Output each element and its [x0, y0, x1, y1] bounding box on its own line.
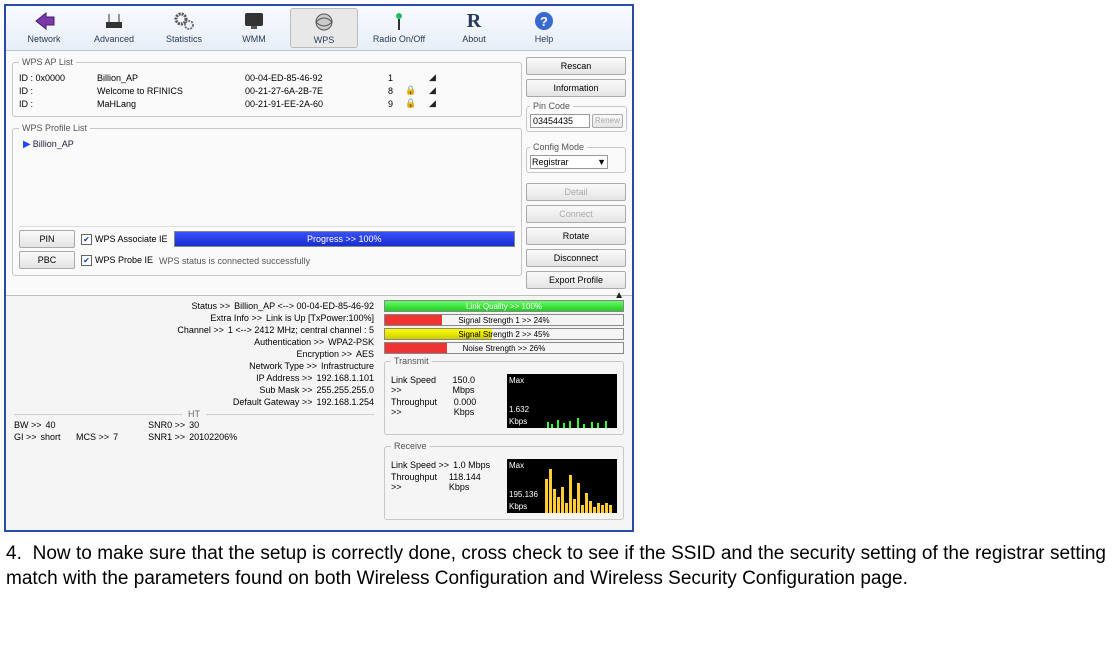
- pin-code-group: Pin Code Renew: [526, 101, 627, 132]
- profile-list-legend: WPS Profile List: [19, 123, 90, 133]
- detail-button[interactable]: Detail: [526, 183, 626, 201]
- transmit-group: Transmit Link Speed >>150.0 Mbps Through…: [384, 356, 624, 435]
- tb-about[interactable]: R About: [440, 8, 508, 48]
- ap-list-legend: WPS AP List: [19, 57, 76, 67]
- ap-row[interactable]: ID : 0x0000 Billion_AP 00-04-ED-85-46-92…: [19, 71, 515, 84]
- lock-icon: 🔒: [401, 98, 421, 109]
- tb-help[interactable]: ? Help: [510, 8, 578, 48]
- profile-item[interactable]: ▶Billion_AP: [19, 137, 515, 152]
- pin-code-input[interactable]: [530, 114, 590, 128]
- help-icon: ?: [532, 10, 556, 32]
- profile-list-group: WPS Profile List ▶Billion_AP PIN ✔ WPS A…: [12, 123, 522, 276]
- active-arrow-icon: ▶: [23, 139, 31, 150]
- pbc-button[interactable]: PBC: [19, 251, 75, 269]
- link-stats: Status >>Billion_AP <--> 00-04-ED-85-46-…: [14, 300, 374, 526]
- bars-icon: [507, 459, 617, 513]
- ht-group: HT BW >>40 GI >>short MCS >>7 SNR0 >>30 …: [14, 414, 374, 443]
- svg-text:?: ?: [540, 14, 548, 29]
- progress-bar: Progress >> 100%: [174, 231, 515, 247]
- tb-wmm[interactable]: WMM: [220, 8, 288, 48]
- chevron-down-icon: ▼: [597, 157, 606, 167]
- r-logo-icon: R: [440, 10, 508, 32]
- ap-row[interactable]: ID : MaHLang 00-21-91-EE-2A-60 9 🔒 ◢: [19, 97, 515, 110]
- signal-icon: ◢: [429, 85, 436, 96]
- rx-graph: Max 195.136 Kbps: [507, 459, 617, 513]
- tb-network[interactable]: Network: [10, 8, 78, 48]
- ap-list-group: WPS AP List ID : 0x0000 Billion_AP 00-04…: [12, 57, 522, 117]
- lock-icon: 🔒: [401, 85, 421, 96]
- pin-code-legend: Pin Code: [530, 101, 573, 111]
- gears-icon: [172, 10, 196, 32]
- link-quality-bar: Link Quality >> 100%: [384, 300, 624, 312]
- tb-advanced[interactable]: Advanced: [80, 8, 148, 48]
- bars-icon: [507, 374, 617, 428]
- wps-probe-ie-checkbox[interactable]: ✔ WPS Probe IE: [81, 255, 153, 266]
- antenna-icon: [387, 10, 411, 32]
- connect-button[interactable]: Connect: [526, 205, 626, 223]
- disconnect-button[interactable]: Disconnect: [526, 249, 626, 267]
- signal-icon: ◢: [429, 72, 436, 83]
- monitor-icon: [242, 10, 266, 32]
- tb-wps[interactable]: WPS: [290, 8, 358, 48]
- rotate-button[interactable]: Rotate: [526, 227, 626, 245]
- signal2-bar: Signal Strength 2 >> 45%: [384, 328, 624, 340]
- pin-button[interactable]: PIN: [19, 230, 75, 248]
- ap-row[interactable]: ID : Welcome to RFINICS 00-21-27-6A-2B-7…: [19, 84, 515, 97]
- router-icon: [102, 10, 126, 32]
- main-toolbar: Network Advanced Statistics WMM WPS Radi…: [6, 6, 632, 51]
- tb-statistics[interactable]: Statistics: [150, 8, 218, 48]
- status-panel: ▲ Status >>Billion_AP <--> 00-04-ED-85-4…: [6, 295, 632, 530]
- arrow-left-icon: [32, 10, 56, 32]
- wps-status-text: WPS status is connected successfully: [159, 256, 310, 266]
- collapse-icon[interactable]: ▲: [614, 290, 624, 301]
- app-window: Network Advanced Statistics WMM WPS Radi…: [4, 4, 634, 532]
- receive-group: Receive Link Speed >>1.0 Mbps Throughput…: [384, 441, 624, 520]
- checkbox-icon: ✔: [81, 234, 92, 245]
- instruction-text: 4. Now to make sure that the setup is co…: [6, 542, 1106, 591]
- globe-icon: [312, 11, 336, 33]
- tx-graph: Max 1.632 Kbps: [507, 374, 617, 428]
- signal-icon: ◢: [429, 98, 436, 109]
- config-mode-group: Config Mode Registrar ▼: [526, 142, 626, 173]
- export-profile-button[interactable]: Export Profile: [526, 271, 626, 289]
- noise-bar: Noise Strength >> 26%: [384, 342, 624, 354]
- wps-associate-ie-checkbox[interactable]: ✔ WPS Associate IE: [81, 234, 168, 245]
- upper-panel: WPS AP List ID : 0x0000 Billion_AP 00-04…: [6, 51, 632, 295]
- config-mode-legend: Config Mode: [530, 142, 587, 152]
- checkbox-icon: ✔: [81, 255, 92, 266]
- information-button[interactable]: Information: [526, 79, 626, 97]
- config-mode-select[interactable]: Registrar ▼: [530, 155, 608, 169]
- signal1-bar: Signal Strength 1 >> 24%: [384, 314, 624, 326]
- tb-radio[interactable]: Radio On/Off: [360, 8, 438, 48]
- profile-list[interactable]: ▶Billion_AP: [19, 137, 515, 227]
- rescan-button[interactable]: Rescan: [526, 57, 626, 75]
- renew-button[interactable]: Renew: [592, 114, 623, 128]
